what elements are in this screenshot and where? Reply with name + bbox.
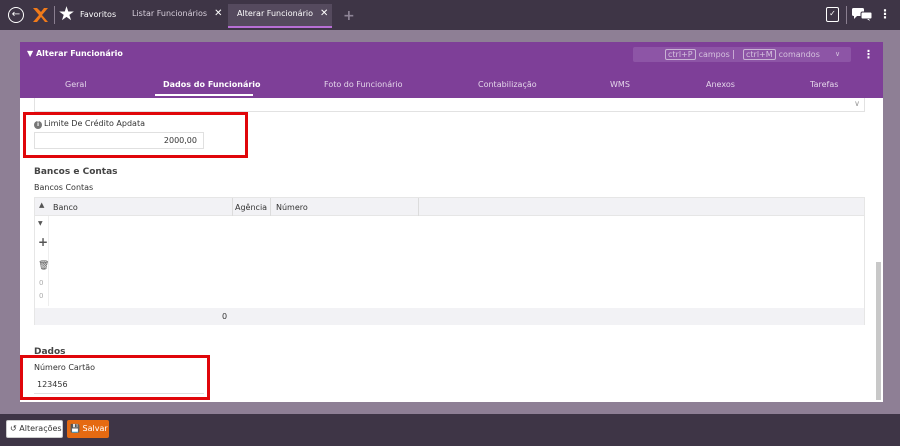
history-icon: ↺: [10, 424, 17, 433]
changes-button[interactable]: ↺ Alterações: [6, 420, 63, 438]
tab-geral[interactable]: Geral: [65, 80, 87, 89]
chat-icon[interactable]: [852, 8, 872, 21]
column-header-numero[interactable]: Número: [276, 203, 308, 212]
column-header-banco[interactable]: Banco: [53, 203, 78, 212]
close-icon[interactable]: ✕: [320, 8, 328, 19]
add-tab-icon[interactable]: +: [343, 8, 355, 24]
banks-grid-label: Bancos Contas: [34, 183, 94, 192]
column-divider[interactable]: [270, 198, 271, 216]
highlight-box: [23, 112, 248, 158]
fields-shortcut-hint[interactable]: ctrl+P campos: [665, 49, 730, 60]
grid-footer: 0: [35, 308, 864, 325]
panel-header: ▼ Alterar Funcionário ctrl+P campos | ctr…: [20, 42, 883, 98]
tab-label: Alterar Funcionário: [237, 9, 313, 18]
tab-listar-funcionarios[interactable]: Listar Funcionários ✕: [132, 4, 222, 28]
chevron-down-icon[interactable]: ∨: [835, 50, 840, 58]
panel-kebab-icon[interactable]: ⋮: [863, 48, 874, 61]
tab-anexos[interactable]: Anexos: [706, 80, 735, 89]
highlight-box: [20, 355, 210, 400]
star-icon[interactable]: ★: [58, 3, 75, 25]
grid-toolbar: ▼ + 🗑 0 0: [35, 216, 49, 306]
row-count: 0: [39, 292, 44, 300]
back-icon[interactable]: ←: [8, 7, 24, 23]
tab-wms[interactable]: WMS: [610, 80, 630, 89]
column-divider[interactable]: [418, 198, 419, 216]
tab-alterar-funcionario[interactable]: Alterar Funcionário ✕: [228, 4, 332, 28]
save-icon: 💾: [70, 424, 80, 433]
topbar-divider: [846, 6, 847, 24]
trash-icon[interactable]: 🗑: [38, 261, 49, 271]
tab-dados-funcionario[interactable]: Dados do Funcionário: [163, 80, 261, 89]
partial-select-field[interactable]: ∨: [34, 98, 865, 112]
main-panel: ▼ Alterar Funcionário ctrl+P campos | ctr…: [20, 42, 883, 402]
chevron-down-icon[interactable]: ∨: [854, 99, 860, 108]
active-tab-indicator: [155, 94, 253, 96]
panel-title[interactable]: ▼ Alterar Funcionário: [27, 49, 123, 58]
save-button[interactable]: 💾 Salvar: [67, 420, 109, 438]
row-count: 0: [39, 279, 44, 287]
sort-down-icon[interactable]: ▼: [38, 220, 43, 227]
logo-icon[interactable]: [31, 6, 49, 24]
close-icon[interactable]: ✕: [214, 8, 222, 19]
grid-footer-total: 0: [222, 312, 228, 321]
tab-tarefas[interactable]: Tarefas: [810, 80, 838, 89]
topbar-divider: [54, 6, 55, 24]
shortcut-separator: |: [732, 50, 736, 60]
kebab-icon[interactable]: ⋮: [879, 7, 891, 21]
column-divider[interactable]: [232, 198, 233, 216]
sort-up-icon[interactable]: ▲: [39, 201, 44, 209]
bottom-bar: ↺ Alterações 💾 Salvar: [0, 414, 900, 446]
commands-shortcut-hint[interactable]: ctrl+M comandos: [743, 49, 820, 60]
tab-label: Listar Funcionários: [132, 9, 208, 18]
top-bar: ← ★ Favoritos Listar Funcionários ✕ Alter…: [0, 0, 900, 30]
column-header-agencia[interactable]: Agência: [235, 203, 267, 212]
clipboard-icon[interactable]: ✓: [826, 7, 839, 22]
banks-section-title: Bancos e Contas: [34, 167, 118, 177]
favorites-label[interactable]: Favoritos: [80, 10, 116, 19]
tab-contabilizacao[interactable]: Contabilização: [478, 80, 537, 89]
tab-foto-funcionario[interactable]: Foto do Funcionário: [324, 80, 403, 89]
vertical-scrollbar[interactable]: [876, 262, 881, 400]
banks-grid: ▲ Banco Agência Número ▼ + 🗑 0 0 0: [34, 197, 865, 325]
grid-header: ▲ Banco Agência Número: [35, 198, 864, 216]
add-row-icon[interactable]: +: [38, 235, 48, 249]
